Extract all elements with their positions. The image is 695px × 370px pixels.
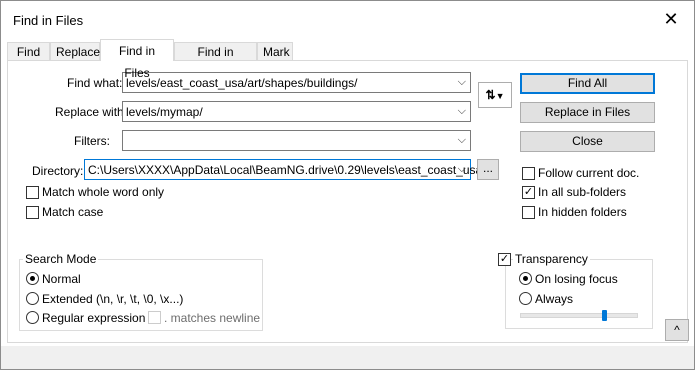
dropdown-arrow-icon: ▼ bbox=[495, 91, 505, 101]
directory-label: Directory: bbox=[32, 164, 84, 178]
tab-find[interactable]: Find bbox=[7, 42, 50, 60]
transparency-slider[interactable] bbox=[520, 313, 638, 318]
transparency-label: Transparency bbox=[513, 252, 590, 266]
close-button[interactable]: Close bbox=[520, 131, 655, 152]
find-what-combo[interactable]: levels/east_coast_usa/art/shapes/buildin… bbox=[122, 72, 471, 93]
normal-radio[interactable] bbox=[26, 272, 39, 285]
tab-replace[interactable]: Replace bbox=[50, 42, 100, 60]
filters-combo[interactable]: ⌵ bbox=[122, 130, 471, 151]
in-all-sub-folders-label: In all sub-folders bbox=[538, 185, 627, 199]
tab-find-in-projects[interactable]: Find in Projects bbox=[174, 42, 257, 77]
close-icon[interactable]: ✕ bbox=[656, 7, 686, 31]
collapse-button[interactable]: ^ bbox=[665, 319, 689, 341]
find-what-value: levels/east_coast_usa/art/shapes/buildin… bbox=[126, 76, 358, 90]
directory-value: C:\Users\XXXX\AppData\Local\BeamNG.drive… bbox=[88, 163, 483, 177]
directory-combo[interactable]: C:\Users\XXXX\AppData\Local\BeamNG.drive… bbox=[84, 159, 482, 180]
chevron-up-icon: ^ bbox=[674, 323, 680, 337]
find-in-files-dialog: Find in Files ✕ Find Replace Find in Fil… bbox=[0, 0, 695, 370]
replace-with-label: Replace with: bbox=[55, 105, 128, 119]
match-case-label: Match case bbox=[42, 205, 104, 219]
search-mode-title: Search Mode bbox=[23, 252, 99, 266]
match-whole-word-label: Match whole word only bbox=[42, 185, 165, 199]
regex-label: Regular expression bbox=[42, 311, 146, 325]
find-what-label: Find what: bbox=[67, 76, 123, 90]
status-bar bbox=[1, 346, 694, 369]
chevron-down-icon[interactable]: ⌵ bbox=[458, 163, 466, 176]
filters-label: Filters: bbox=[74, 134, 110, 148]
replace-with-combo[interactable]: levels/mymap/ ⌵ bbox=[122, 101, 471, 122]
in-all-sub-folders-checkbox[interactable]: ✓ bbox=[522, 186, 535, 199]
follow-current-doc-checkbox[interactable] bbox=[522, 167, 535, 180]
always-radio[interactable] bbox=[519, 292, 532, 305]
normal-label: Normal bbox=[42, 272, 81, 286]
extended-radio[interactable] bbox=[26, 292, 39, 305]
chevron-down-icon[interactable]: ⌵ bbox=[458, 105, 466, 118]
always-label: Always bbox=[535, 292, 574, 306]
on-losing-focus-label: On losing focus bbox=[535, 272, 618, 286]
swap-find-replace-button[interactable]: ⇅▼ bbox=[478, 82, 512, 108]
swap-arrows-icon: ⇅ bbox=[485, 88, 496, 102]
match-whole-word-checkbox[interactable] bbox=[26, 186, 39, 199]
match-case-checkbox[interactable] bbox=[26, 206, 39, 219]
matches-newline-checkbox[interactable] bbox=[148, 311, 161, 324]
on-losing-focus-radio[interactable] bbox=[519, 272, 532, 285]
tab-find-in-files[interactable]: Find in Files bbox=[100, 39, 174, 80]
find-all-button[interactable]: Find All bbox=[520, 73, 655, 94]
title-bar: Find in Files ✕ bbox=[1, 1, 694, 37]
matches-newline-label: . matches newline bbox=[164, 311, 261, 325]
replace-in-files-button[interactable]: Replace in Files bbox=[520, 102, 655, 123]
in-hidden-folders-label: In hidden folders bbox=[538, 205, 627, 219]
extended-label: Extended (\n, \r, \t, \0, \x...) bbox=[42, 292, 184, 306]
chevron-down-icon[interactable]: ⌵ bbox=[458, 76, 466, 89]
regex-radio[interactable] bbox=[26, 311, 39, 324]
transparency-checkbox[interactable]: ✓ bbox=[498, 253, 511, 266]
chevron-down-icon[interactable]: ⌵ bbox=[458, 134, 466, 147]
window-title: Find in Files bbox=[13, 13, 84, 28]
in-hidden-folders-checkbox[interactable] bbox=[522, 206, 535, 219]
transparency-slider-thumb[interactable] bbox=[601, 310, 607, 321]
replace-with-value: levels/mymap/ bbox=[126, 105, 203, 119]
follow-current-doc-label: Follow current doc. bbox=[538, 166, 640, 180]
tab-mark[interactable]: Mark bbox=[257, 42, 293, 60]
browse-directory-button[interactable]: ... bbox=[477, 159, 499, 180]
